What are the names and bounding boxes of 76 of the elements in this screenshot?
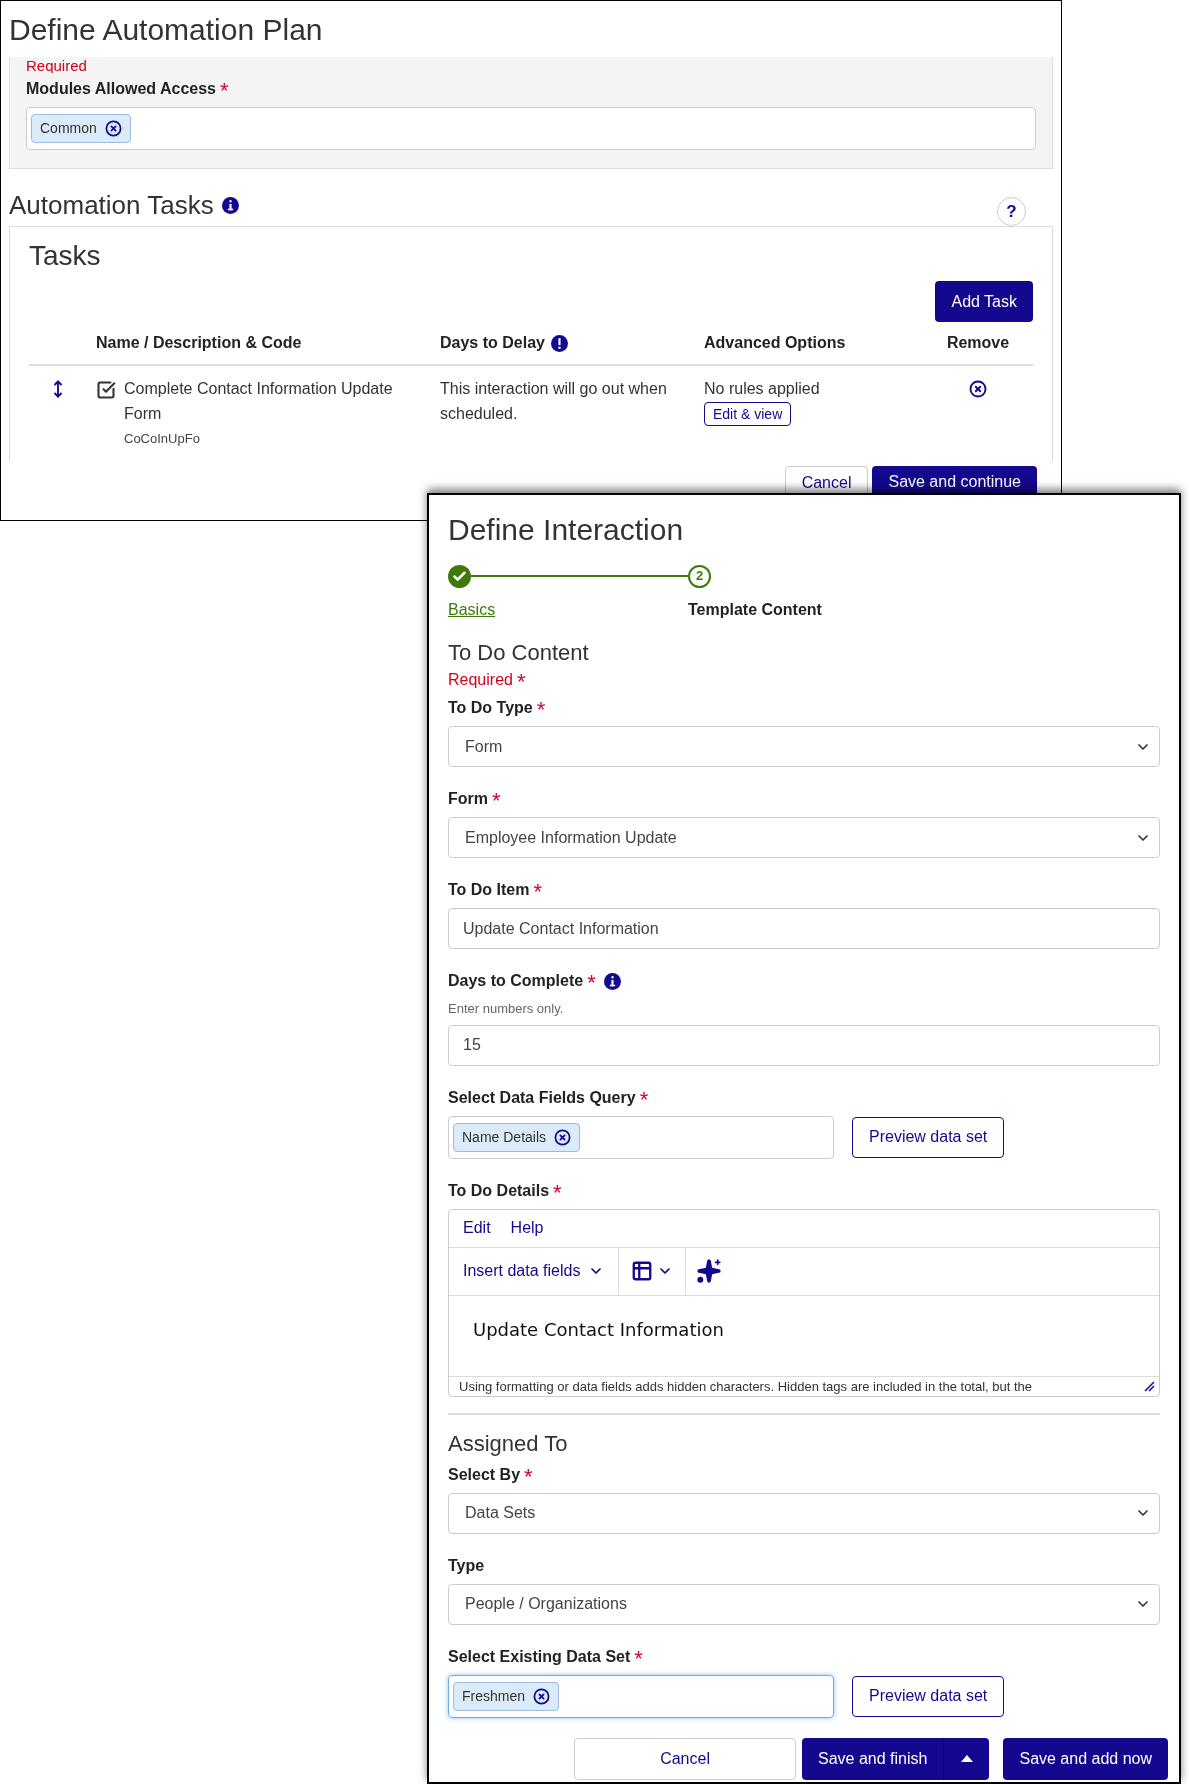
task-name: Complete Contact Information Update Form: [124, 379, 394, 424]
add-task-button[interactable]: Add Task: [935, 281, 1033, 322]
field-label: To Do Item: [448, 880, 530, 900]
section-title: Automation Tasks: [9, 189, 214, 222]
tag-field[interactable]: Name Details: [448, 1115, 834, 1159]
rules-text: No rules applied: [704, 379, 821, 399]
table-icon: [631, 1260, 654, 1282]
insert-fields-dropdown[interactable]: Insert data fields: [449, 1247, 620, 1295]
select-field[interactable]: Data Sets: [448, 1492, 1160, 1534]
required-asterisk: *: [587, 972, 596, 994]
text-field[interactable]: Update Contact Information: [448, 908, 1160, 949]
required-asterisk: *: [516, 671, 526, 693]
window-title: Define Automation Plan: [8, 11, 324, 48]
select-field[interactable]: Form: [448, 726, 1160, 767]
required-asterisk: *: [524, 1465, 533, 1488]
field-label: Modules Allowed Access: [26, 79, 216, 99]
field-label: Select By: [448, 1464, 521, 1485]
editor-body[interactable]: Update Contact Information: [449, 1295, 1159, 1376]
preview-button[interactable]: Preview data set: [852, 1675, 1005, 1717]
remove-icon[interactable]: [104, 120, 122, 137]
save-finish-split-button[interactable]: Save and finish: [802, 1737, 990, 1780]
menu-item[interactable]: Help: [510, 1216, 544, 1240]
remove-icon[interactable]: [969, 380, 987, 398]
section-title: To Do Content: [448, 639, 590, 667]
required-asterisk: *: [220, 80, 229, 102]
field-hint: Enter numbers only.: [448, 1000, 565, 1018]
cancel-button[interactable]: Cancel: [574, 1737, 797, 1780]
delay-text: This interaction will go out when scheduled.: [440, 379, 668, 424]
character-note: Using formatting or data fields adds hidden characters. Hidden tags are included in the total, but the: [459, 1377, 1033, 1396]
menu-item[interactable]: Edit: [463, 1216, 491, 1240]
caret-up-icon: [960, 1755, 973, 1762]
tag-chip[interactable]: Name Details: [453, 1122, 581, 1152]
column-header: Advanced Options: [704, 333, 847, 353]
required-note: Required: [26, 57, 87, 73]
column-header: Days to Delay: [440, 333, 545, 353]
column-header: Name / Description & Code: [96, 333, 303, 353]
tag-field[interactable]: Freshmen: [448, 1674, 834, 1718]
tag-chip[interactable]: Common: [31, 114, 131, 143]
field-label: Select Data Fields Query: [448, 1087, 636, 1108]
step-link[interactable]: Basics: [448, 601, 496, 618]
column-header: Remove: [945, 333, 1011, 353]
field-label: To Do Details: [448, 1180, 550, 1201]
info-icon: [221, 197, 239, 214]
required-asterisk: *: [533, 881, 543, 903]
required-asterisk: *: [536, 699, 546, 721]
save-add-button[interactable]: Save and add now: [1003, 1737, 1168, 1780]
field-label: To Do Type: [448, 698, 533, 718]
required-asterisk: *: [553, 1181, 562, 1204]
field-label: Select Existing Data Set: [448, 1646, 631, 1667]
field-label: Days to Complete: [448, 971, 584, 991]
required-note: Required: [448, 670, 513, 690]
checked-box-icon: [96, 380, 116, 400]
remove-icon[interactable]: [533, 1687, 551, 1705]
required-asterisk: *: [634, 1647, 643, 1670]
sparkle-icon: [696, 1258, 723, 1284]
tag-chip[interactable]: Freshmen: [453, 1681, 560, 1711]
task-code: CoCoInUpFo: [124, 430, 201, 448]
field-label: Form: [448, 789, 488, 809]
select-field[interactable]: People / Organizations: [448, 1583, 1160, 1625]
step-label: Template Content: [688, 601, 822, 618]
panel-title: Tasks: [29, 239, 102, 273]
modules-field[interactable]: Common: [26, 107, 1036, 150]
resize-handle-icon[interactable]: [1144, 1380, 1155, 1392]
field-label: Type: [448, 1555, 485, 1576]
alert-icon: [550, 334, 568, 352]
remove-icon[interactable]: [554, 1128, 572, 1146]
required-asterisk: *: [639, 1088, 649, 1111]
info-icon: [603, 972, 621, 990]
required-asterisk: *: [492, 790, 501, 812]
step-number: 2: [688, 564, 711, 588]
select-field[interactable]: Employee Information Update: [448, 817, 1160, 858]
text-field[interactable]: 15: [448, 1024, 1160, 1066]
section-title: Assigned To: [448, 1429, 569, 1458]
preview-button[interactable]: Preview data set: [852, 1116, 1005, 1158]
edit-view-button[interactable]: Edit & view: [704, 402, 792, 426]
dialog-title: Define Interaction: [448, 512, 685, 548]
